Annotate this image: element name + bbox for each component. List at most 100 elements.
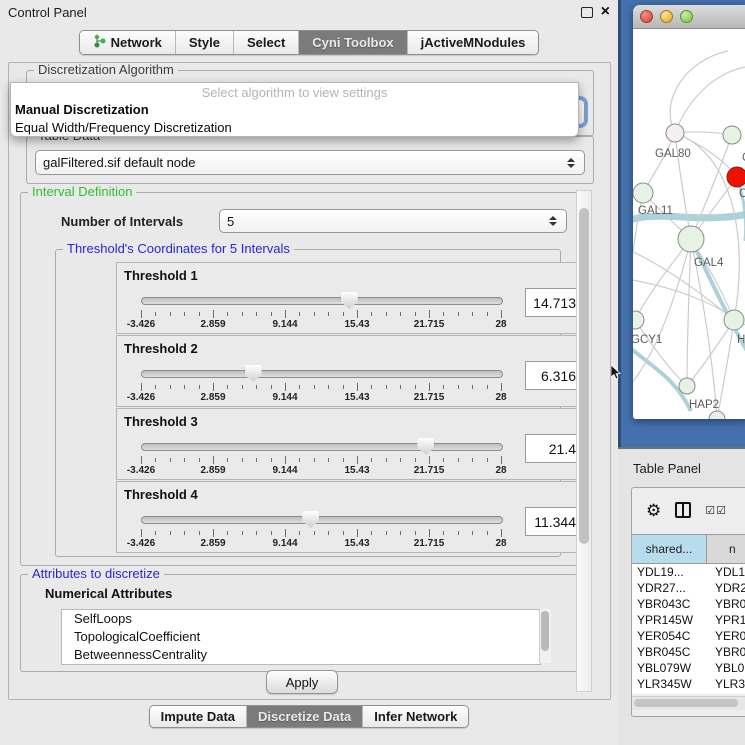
column-header-shared-name[interactable]: shared... xyxy=(632,535,707,563)
threshold-value-field[interactable]: 14.713 xyxy=(525,288,583,317)
network-edge[interactable] xyxy=(633,345,691,411)
select-columns-checkboxes-icon[interactable]: ☑☑ xyxy=(705,504,727,517)
network-edge[interactable] xyxy=(687,239,691,386)
network-node[interactable] xyxy=(723,126,741,144)
slider-track[interactable] xyxy=(141,443,503,451)
scrollbar-thumb[interactable] xyxy=(579,208,589,544)
node-label: GAL4 xyxy=(694,257,724,269)
table-data-combobox[interactable]: galFiltered.sif default node xyxy=(35,150,585,175)
table-horizontal-scrollbar[interactable] xyxy=(632,696,745,710)
screenshot-root: Control Panel × xyxy=(0,0,745,745)
tab-label: jActiveMNodules xyxy=(421,35,526,50)
network-window-titlebar[interactable] xyxy=(633,5,745,29)
tab-infer-network[interactable]: Infer Network xyxy=(362,706,468,727)
popup-placeholder: Select algorithm to view settings xyxy=(11,83,578,101)
table-row[interactable]: YLR345WYLR3 xyxy=(632,676,745,692)
slider-ticks xyxy=(141,383,501,391)
tab-jactivemnodules[interactable]: jActiveMNodules xyxy=(407,31,539,54)
table-row[interactable]: YDL19...YDL1 xyxy=(632,564,745,580)
numerical-attributes-list[interactable]: SelfLoopsTopologicalCoefficientBetweenne… xyxy=(61,609,541,665)
attribute-item[interactable]: SelfLoops xyxy=(62,610,540,628)
window-minimize-icon[interactable] xyxy=(660,10,673,23)
window-close-icon[interactable] xyxy=(640,10,653,23)
window-zoom-icon[interactable] xyxy=(680,10,693,23)
slider-tick-labels: -3.4262.8599.14415.4321.71528 xyxy=(141,465,501,476)
slider-thumb[interactable] xyxy=(341,292,358,309)
tab-impute-data[interactable]: Impute Data xyxy=(150,706,246,727)
network-node[interactable] xyxy=(727,167,745,187)
slider-thumb[interactable] xyxy=(302,511,319,528)
slider-thumb[interactable] xyxy=(245,365,262,382)
tab-network[interactable]: Network xyxy=(80,31,175,54)
threshold-value-field[interactable]: 11.344 xyxy=(525,507,583,536)
attributes-list-scrollbar[interactable] xyxy=(539,609,551,663)
tab-style[interactable]: Style xyxy=(175,31,233,54)
threshold-slider[interactable]: -3.4262.8599.14415.4321.71528 xyxy=(141,512,501,548)
threshold-label: Threshold 4 xyxy=(124,487,198,502)
scrollbar-thumb[interactable] xyxy=(541,611,549,651)
network-node[interactable] xyxy=(724,310,744,330)
gear-icon[interactable]: ⚙ xyxy=(646,502,661,519)
attribute-item[interactable]: BetweennessCentrality xyxy=(62,646,540,664)
network-edge[interactable] xyxy=(675,133,739,320)
table-row[interactable]: YER054CYER0 xyxy=(632,628,745,644)
table-data-value: galFiltered.sif default node xyxy=(43,155,195,170)
threshold-label: Threshold 2 xyxy=(124,341,198,356)
interval-definition-group: Interval Definition Number of Intervals … xyxy=(20,192,578,566)
cytoscape-desktop: GAL80GCGAL11GAL4GCY1HHAP2 xyxy=(618,0,745,447)
slider-track[interactable] xyxy=(141,370,503,378)
close-icon[interactable]: × xyxy=(601,4,610,20)
table-row[interactable]: YBR045CYBR0 xyxy=(632,644,745,660)
network-node[interactable] xyxy=(679,378,695,394)
network-node[interactable] xyxy=(666,124,684,142)
table-row[interactable]: YDR27...YDR2 xyxy=(632,580,745,596)
network-node[interactable] xyxy=(633,311,644,329)
slider-thumb[interactable] xyxy=(417,438,434,455)
table-header-row: shared... n xyxy=(632,534,745,564)
scrollbar-thumb[interactable] xyxy=(634,699,738,707)
tab-label: Cyni Toolbox xyxy=(312,35,393,50)
thresholds-group-title: Threshold's Coordinates for 5 Intervals xyxy=(63,242,294,256)
popup-option-manual-discretization[interactable]: Manual Discretization xyxy=(11,101,578,119)
num-intervals-combobox[interactable]: 5 xyxy=(219,209,567,233)
tab-cyni-toolbox[interactable]: Cyni Toolbox xyxy=(298,31,406,54)
tab-label: Network xyxy=(111,35,162,50)
popup-option-equal-width-frequency[interactable]: Equal Width/Frequency Discretization xyxy=(11,119,578,137)
slider-track[interactable] xyxy=(141,297,503,305)
network-edge[interactable] xyxy=(670,51,728,133)
network-view-window[interactable]: GAL80GCGAL11GAL4GCY1HHAP2 xyxy=(633,5,745,419)
threshold-slider[interactable]: -3.4262.8599.14415.4321.71528 xyxy=(141,293,501,329)
apply-button[interactable]: Apply xyxy=(266,670,338,694)
slider-ticks xyxy=(141,310,501,318)
columns-icon[interactable] xyxy=(675,502,691,518)
node-label: GAL80 xyxy=(655,148,691,160)
threshold-slider[interactable]: -3.4262.8599.14415.4321.71528 xyxy=(141,366,501,402)
table-panel: Table Panel ⚙ ☑☑ shared... n YDL19...YDL… xyxy=(618,447,745,745)
threshold-value-field[interactable]: 21.4 xyxy=(525,434,583,463)
numerical-attributes-label: Numerical Attributes xyxy=(45,586,172,601)
tab-discretize-data[interactable]: Discretize Data xyxy=(246,706,362,727)
network-edge[interactable] xyxy=(635,239,691,320)
network-edge[interactable] xyxy=(675,67,745,133)
algorithm-group-title: Discretization Algorithm xyxy=(34,63,178,77)
table-row[interactable]: YBR043CYBR0 xyxy=(632,596,745,612)
table-row[interactable]: YBL079WYBL0 xyxy=(632,660,745,676)
network-edge[interactable] xyxy=(717,320,734,419)
threshold-slider[interactable]: -3.4262.8599.14415.4321.71528 xyxy=(141,439,501,475)
network-node[interactable] xyxy=(678,226,704,252)
node-label: GCY1 xyxy=(633,334,662,346)
table-row[interactable]: YPR145WYPR1 xyxy=(632,612,745,628)
control-panel-scrollbar[interactable] xyxy=(576,190,592,692)
slider-track[interactable] xyxy=(141,516,503,524)
tab-select[interactable]: Select xyxy=(233,31,298,54)
attribute-item[interactable]: TopologicalCoefficient xyxy=(62,628,540,646)
slider-tick-labels: -3.4262.8599.14415.4321.71528 xyxy=(141,319,501,330)
network-node[interactable] xyxy=(709,411,725,419)
num-intervals-value: 5 xyxy=(227,214,234,229)
float-window-icon[interactable] xyxy=(581,7,593,18)
table-row[interactable]: YIL052CYIL0 xyxy=(632,692,745,694)
network-canvas[interactable]: GAL80GCGAL11GAL4GCY1HHAP2 xyxy=(633,29,745,419)
network-node[interactable] xyxy=(633,183,653,203)
threshold-value-field[interactable]: 6.316 xyxy=(525,361,583,390)
column-header-name[interactable]: n xyxy=(707,535,745,563)
